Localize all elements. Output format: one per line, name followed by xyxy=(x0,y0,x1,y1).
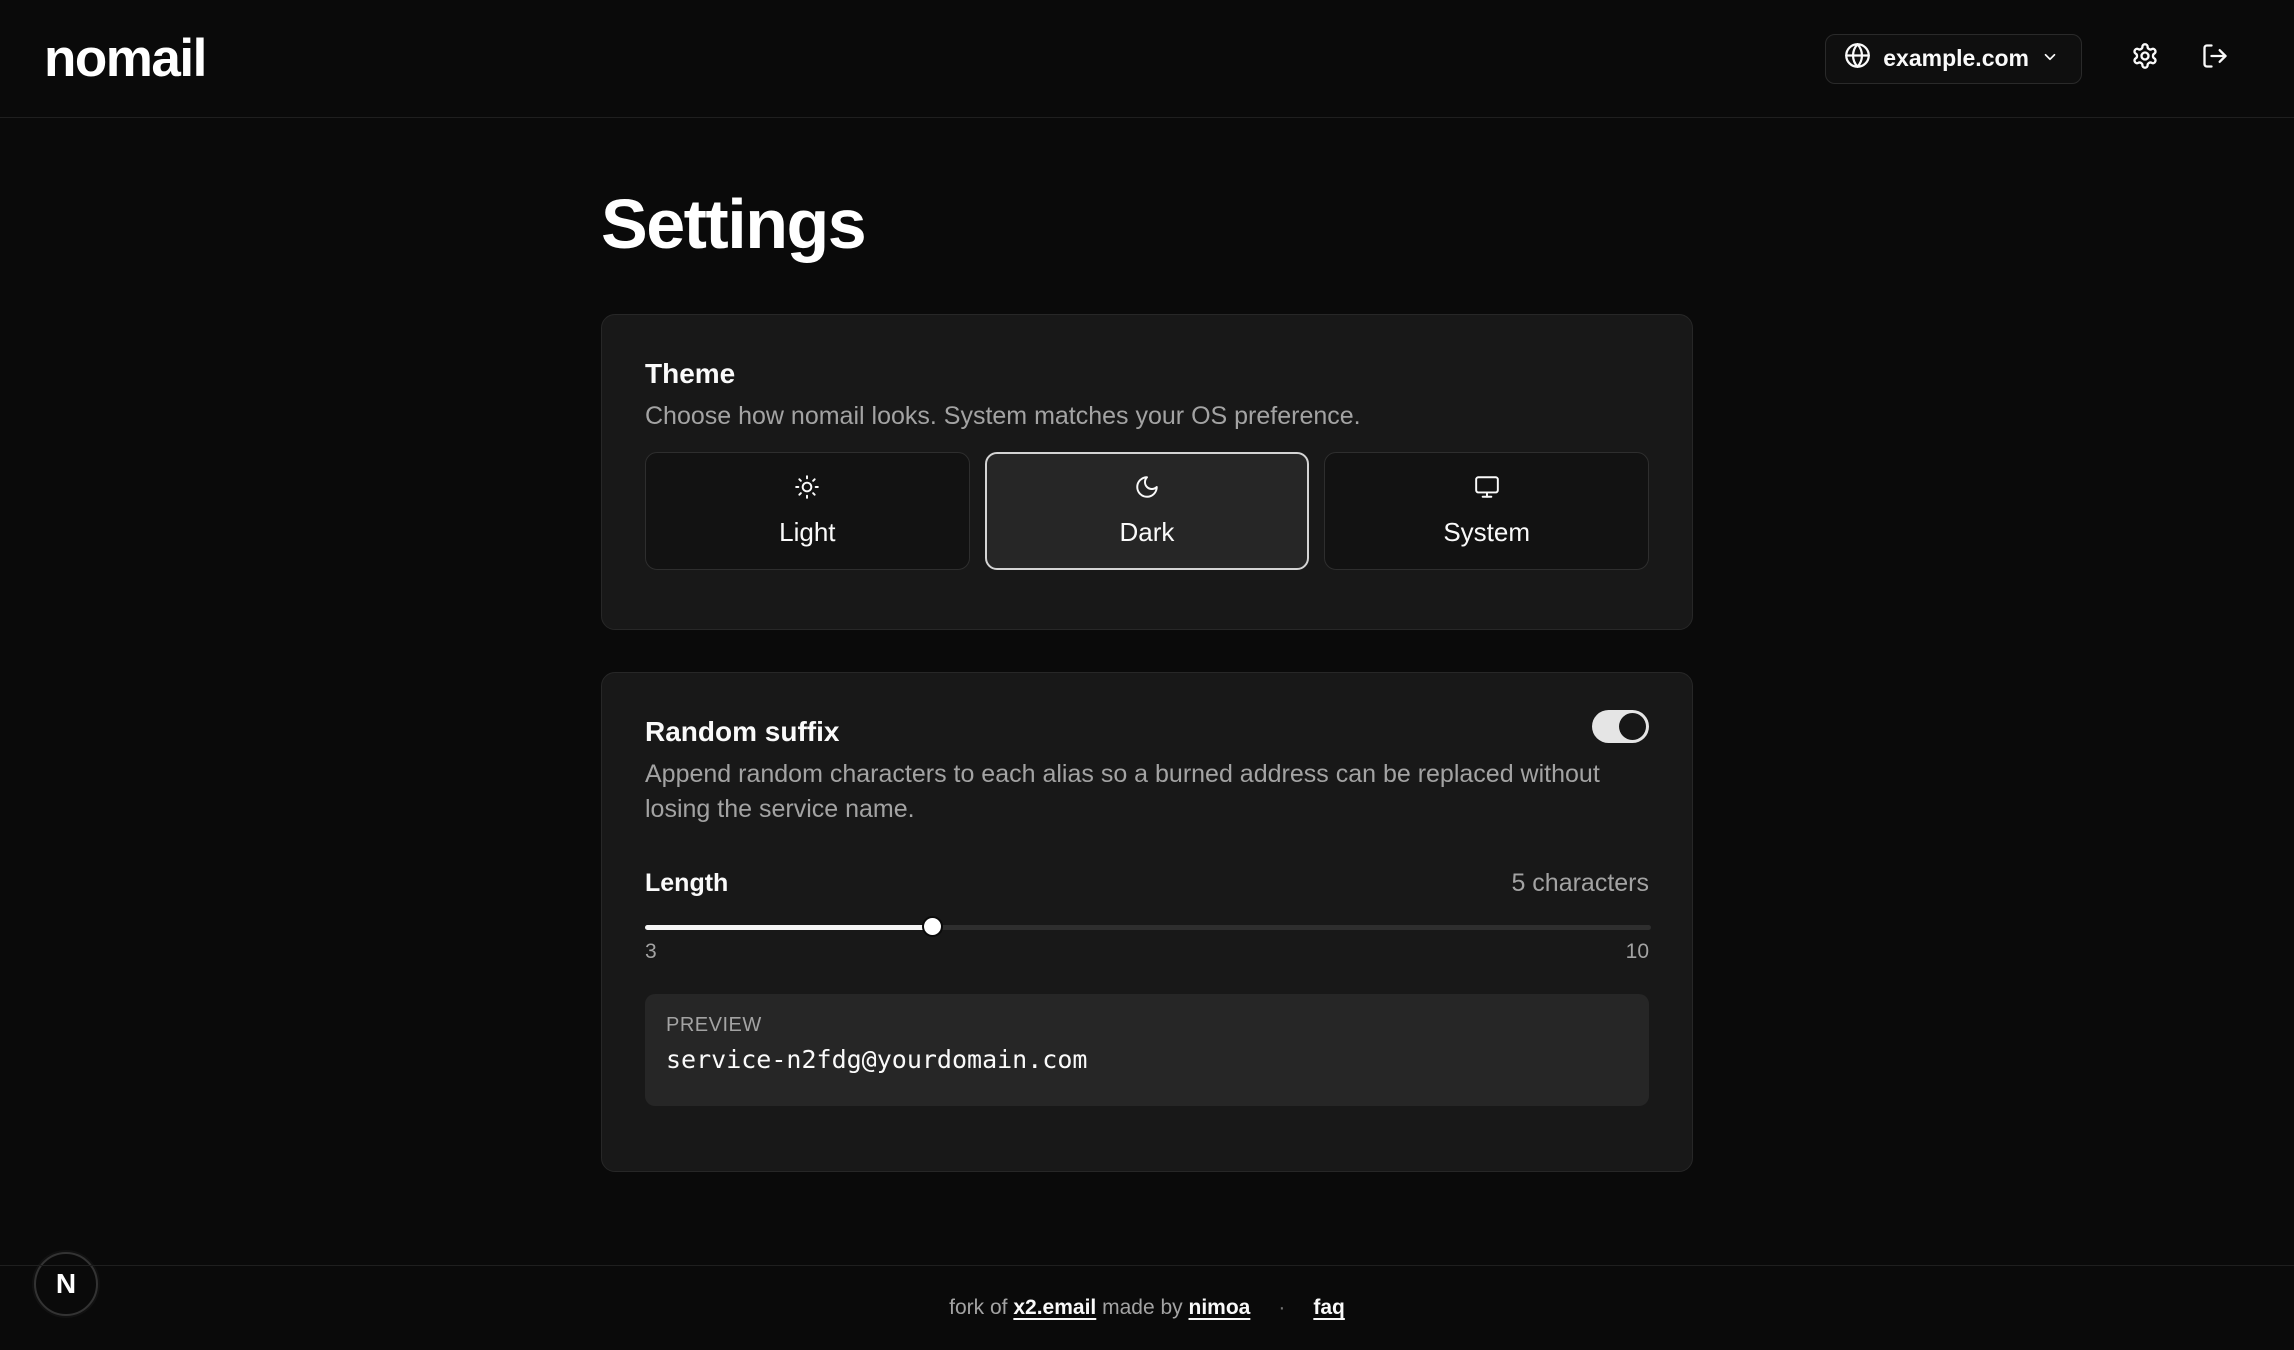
theme-option-label: Dark xyxy=(1119,517,1175,547)
sun-icon xyxy=(794,474,820,507)
theme-option-dark[interactable]: Dark xyxy=(984,452,1310,570)
gear-icon xyxy=(2131,42,2159,75)
toggle-knob xyxy=(1619,713,1646,740)
alias-preview: PREVIEW service-n2fdg@yourdomain.com xyxy=(645,994,1649,1106)
footer-separator: · xyxy=(1278,1296,1286,1319)
slider-min-label: 3 xyxy=(645,940,657,963)
chevron-down-icon xyxy=(2041,45,2059,72)
theme-title: Theme xyxy=(645,358,736,389)
logout-button[interactable] xyxy=(2180,29,2250,89)
footer-middle: made by xyxy=(1102,1296,1183,1319)
domain-select[interactable]: example.com xyxy=(1825,33,2082,84)
footer-link-x2email[interactable]: x2.email xyxy=(1013,1296,1096,1320)
theme-description: Choose how nomail looks. System matches … xyxy=(645,402,1361,430)
slider-range-labels: 3 10 xyxy=(645,940,1649,964)
slider-max-label: 10 xyxy=(1625,940,1649,963)
domain-select-value: example.com xyxy=(1883,45,2029,71)
footer-link-faq[interactable]: faq xyxy=(1313,1296,1345,1320)
settings-main: Settings Theme Choose how nomail looks. … xyxy=(601,180,1693,1172)
theme-option-label: System xyxy=(1443,517,1530,547)
header-actions: example.com xyxy=(1825,29,2250,89)
globe-icon xyxy=(1844,42,1871,75)
preview-value: service-n2fdg@yourdomain.com xyxy=(666,1045,1088,1074)
length-label: Length xyxy=(645,869,729,897)
slider-thumb[interactable] xyxy=(922,916,943,937)
monitor-icon xyxy=(1474,474,1500,507)
length-value: 5 characters xyxy=(1511,869,1649,897)
footer-prefix: fork of xyxy=(949,1296,1008,1319)
length-slider[interactable] xyxy=(645,916,1651,938)
moon-icon xyxy=(1134,474,1160,507)
logout-icon xyxy=(2201,42,2229,75)
theme-option-light[interactable]: Light xyxy=(645,452,970,570)
random-suffix-toggle[interactable] xyxy=(1592,710,1649,743)
theme-options: Light Dark System xyxy=(645,452,1649,570)
footer: fork of x2.email made by nimoa · faq xyxy=(0,1265,2294,1350)
footer-link-nimoa[interactable]: nimoa xyxy=(1189,1296,1251,1320)
theme-card: Theme Choose how nomail looks. System ma… xyxy=(601,314,1693,630)
random-suffix-header: Random suffix xyxy=(645,710,1649,749)
length-row: Length 5 characters xyxy=(645,869,1649,898)
random-suffix-description: Append random characters to each alias s… xyxy=(645,760,1600,823)
app-root: nomail example.com Settings Theme Choose… xyxy=(0,0,2294,1350)
theme-option-system[interactable]: System xyxy=(1324,452,1649,570)
random-suffix-title: Random suffix xyxy=(645,716,840,747)
slider-fill xyxy=(645,925,932,930)
settings-button[interactable] xyxy=(2110,29,2180,89)
page-title: Settings xyxy=(601,185,867,263)
random-suffix-card: Random suffix Append random characters t… xyxy=(601,672,1693,1172)
top-bar: nomail example.com xyxy=(0,0,2294,118)
theme-option-label: Light xyxy=(779,517,836,547)
preview-label: PREVIEW xyxy=(666,1014,762,1036)
app-logo[interactable]: nomail xyxy=(44,28,207,89)
